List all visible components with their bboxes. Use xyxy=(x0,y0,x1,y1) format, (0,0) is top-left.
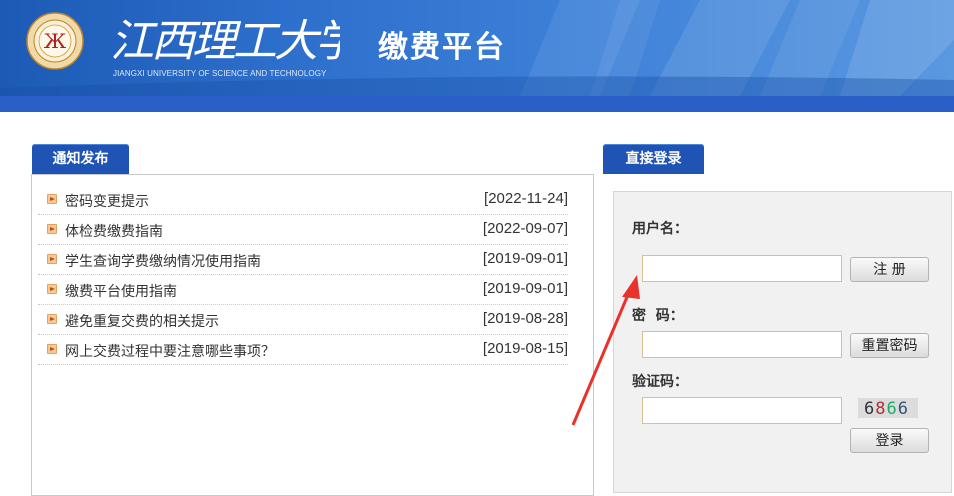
list-item[interactable]: 网上交费过程中要注意哪些事项？ [2019-08-15] xyxy=(38,335,568,365)
notice-date: [2022-11-24] xyxy=(484,190,568,207)
register-button[interactable]: 注 册 xyxy=(850,257,929,282)
logo-emblem-text: Ж xyxy=(44,29,67,53)
notice-title-link[interactable]: 缴费平台使用指南 xyxy=(65,281,177,301)
list-item[interactable]: 缴费平台使用指南 [2019-09-01] xyxy=(38,275,568,305)
notice-list: 密码变更提示 [2022-11-24] 体检费缴费指南 [2022-09-07]… xyxy=(38,185,568,365)
notice-date: [2022-09-07] xyxy=(482,220,568,237)
captcha-code: 6866 xyxy=(864,399,909,419)
site-header: Ж 江西理工大学 JIANGXI UNIVERSITY OF SCIENCE A… xyxy=(0,0,954,96)
university-logo: Ж xyxy=(26,12,84,70)
captcha-input[interactable] xyxy=(642,397,842,424)
password-input[interactable] xyxy=(642,331,842,358)
username-input[interactable] xyxy=(642,255,842,282)
captcha-image[interactable]: 6866 xyxy=(858,398,918,419)
notice-title-link[interactable]: 避免重复交费的相关提示 xyxy=(65,311,219,331)
header-bottom-bar xyxy=(0,96,954,112)
list-item[interactable]: 避免重复交费的相关提示 [2019-08-28] xyxy=(38,305,568,335)
platform-title: 缴费平台 xyxy=(378,30,506,65)
bullet-arrow-icon xyxy=(47,254,57,264)
bullet-arrow-icon xyxy=(47,194,57,204)
reset-password-button[interactable]: 重置密码 xyxy=(850,333,929,358)
login-button[interactable]: 登录 xyxy=(850,428,929,453)
bullet-arrow-icon xyxy=(47,284,57,294)
list-item[interactable]: 密码变更提示 [2022-11-24] xyxy=(38,185,568,215)
list-item[interactable]: 体检费缴费指南 [2022-09-07] xyxy=(38,215,568,245)
notice-date: [2019-08-15] xyxy=(482,340,568,357)
password-label: 密 码： xyxy=(632,308,684,324)
captcha-label: 验证码： xyxy=(632,374,688,390)
notice-title-link[interactable]: 网上交费过程中要注意哪些事项？ xyxy=(65,341,275,361)
notice-panel: 密码变更提示 [2022-11-24] 体检费缴费指南 [2022-09-07]… xyxy=(31,174,594,496)
bullet-arrow-icon xyxy=(47,314,57,324)
list-item[interactable]: 学生查询学费缴纳情况使用指南 [2019-09-01] xyxy=(38,245,568,275)
username-label: 用户名： xyxy=(632,221,688,237)
tab-direct-login[interactable]: 直接登录 xyxy=(603,144,704,174)
notice-date: [2019-09-01] xyxy=(482,250,568,267)
notice-title-link[interactable]: 体检费缴费指南 xyxy=(65,221,163,241)
notice-title-link[interactable]: 学生查询学费缴纳情况使用指南 xyxy=(65,251,261,271)
school-name-en: JIANGXI UNIVERSITY OF SCIENCE AND TECHNO… xyxy=(113,69,327,78)
bullet-arrow-icon xyxy=(47,224,57,234)
school-name-cn: 江西理工大学 xyxy=(110,16,340,67)
notice-title-link[interactable]: 密码变更提示 xyxy=(65,191,149,211)
tab-notice[interactable]: 通知发布 xyxy=(32,144,129,174)
bullet-arrow-icon xyxy=(47,344,57,354)
svg-text:江西理工大学: 江西理工大学 xyxy=(110,16,340,67)
notice-date: [2019-09-01] xyxy=(482,280,568,297)
notice-date: [2019-08-28] xyxy=(482,310,568,327)
